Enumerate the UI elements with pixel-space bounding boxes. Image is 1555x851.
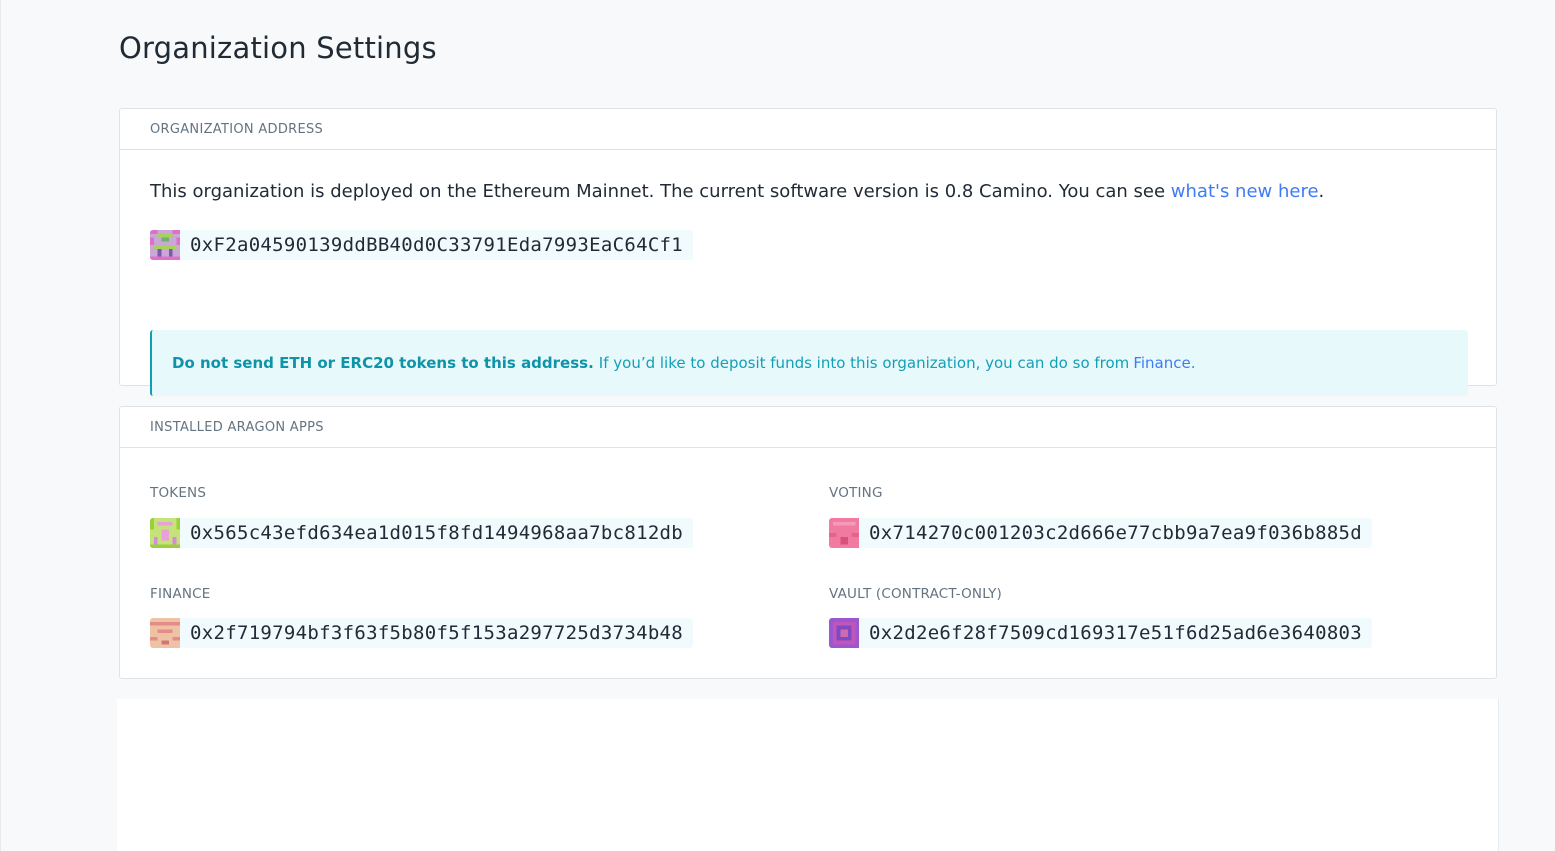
identicon-finance-icon bbox=[150, 618, 180, 648]
organization-address-header: ORGANIZATION ADDRESS bbox=[120, 109, 1496, 150]
deploy-info-text: This organization is deployed on the Eth… bbox=[150, 181, 1324, 202]
warning-end: . bbox=[1190, 354, 1196, 372]
app-address-tokens[interactable]: 0x565c43efd634ea1d015f8fd1494968aa7bc812… bbox=[150, 518, 694, 548]
deploy-info-end: . bbox=[1318, 181, 1325, 202]
installed-apps-header: INSTALLED ARAGON APPS bbox=[120, 407, 1496, 448]
organization-address-value: 0xF2a04590139ddBB40d0C33791Eda7993EaC64C… bbox=[190, 234, 684, 256]
organization-address-box: ORGANIZATION ADDRESS This organization i… bbox=[119, 108, 1497, 396]
deposit-warning: Do not send ETH or ERC20 tokens to this … bbox=[150, 330, 1468, 396]
app-label-vault: VAULT (CONTRACT-ONLY) bbox=[829, 586, 1003, 602]
bottom-panel bbox=[117, 699, 1499, 851]
app-address-voting[interactable]: 0x714270c001203c2d666e77cbb9a7ea9f036b88… bbox=[829, 518, 1373, 548]
organization-address-badge[interactable]: 0xF2a04590139ddBB40d0C33791Eda7993EaC64C… bbox=[150, 230, 694, 260]
app-address-value: 0x714270c001203c2d666e77cbb9a7ea9f036b88… bbox=[869, 522, 1363, 544]
settings-page: Organization Settings ORGANIZATION ADDRE… bbox=[0, 0, 1555, 851]
app-address-finance[interactable]: 0x2f719794bf3f63f5b80f5f153a297725d3734b… bbox=[150, 618, 694, 648]
identicon-vault-icon bbox=[829, 618, 859, 648]
whats-new-link[interactable]: what's new here bbox=[1171, 181, 1319, 202]
page-title: Organization Settings bbox=[119, 31, 437, 65]
warning-strong-text: Do not send ETH or ERC20 tokens to this … bbox=[172, 354, 594, 372]
warning-text: If you’d like to deposit funds into this… bbox=[598, 354, 1130, 372]
app-label-voting: VOTING bbox=[829, 485, 883, 501]
installed-apps-box: INSTALLED ARAGON APPS TOKENS 0x565c43efd… bbox=[119, 406, 1497, 679]
app-address-value: 0x2d2e6f28f7509cd169317e51f6d25ad6e36408… bbox=[869, 622, 1363, 644]
sidebar-edge bbox=[0, 0, 1, 851]
identicon-tokens-icon bbox=[150, 518, 180, 548]
deploy-info-sentence: This organization is deployed on the Eth… bbox=[150, 181, 1171, 202]
app-label-finance: FINANCE bbox=[150, 586, 211, 602]
identicon-voting-icon bbox=[829, 518, 859, 548]
app-address-value: 0x565c43efd634ea1d015f8fd1494968aa7bc812… bbox=[190, 522, 684, 544]
finance-link[interactable]: Finance bbox=[1133, 354, 1190, 372]
app-address-vault[interactable]: 0x2d2e6f28f7509cd169317e51f6d25ad6e36408… bbox=[829, 618, 1373, 648]
identicon-org-icon bbox=[150, 230, 180, 260]
app-label-tokens: TOKENS bbox=[150, 485, 207, 501]
app-address-value: 0x2f719794bf3f63f5b80f5f153a297725d3734b… bbox=[190, 622, 684, 644]
